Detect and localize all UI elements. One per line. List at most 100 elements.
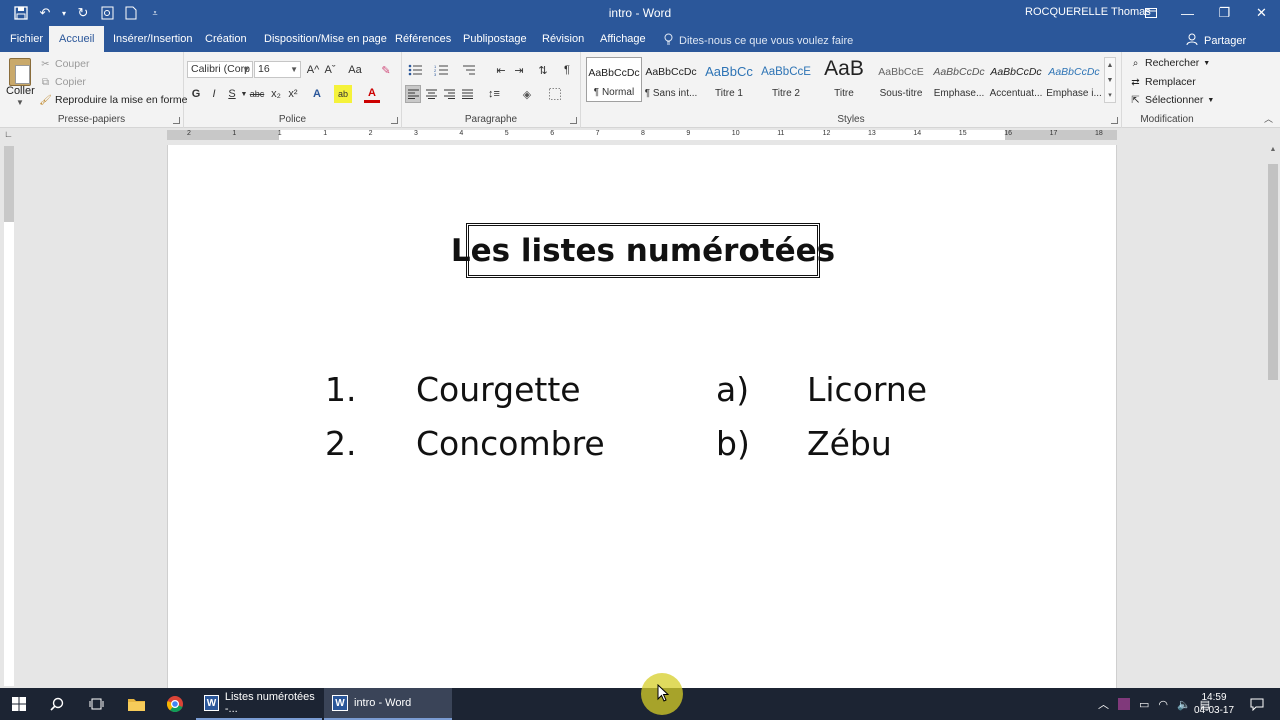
grow-font-button[interactable]: A^ xyxy=(305,61,321,79)
tab-revision[interactable]: Révision xyxy=(532,26,594,52)
shading-icon[interactable]: ◈ xyxy=(516,85,538,103)
paste-dropdown-icon[interactable]: ▼ xyxy=(16,98,24,107)
lettered-marker[interactable]: b) xyxy=(716,424,750,463)
paste-button[interactable]: Coller xyxy=(6,85,35,97)
tab-inserer[interactable]: Insérer/Insertion xyxy=(103,26,202,52)
style-title[interactable]: AaB Titre xyxy=(816,57,872,102)
shrink-font-button[interactable]: Aˇ xyxy=(322,61,338,79)
onenote-icon[interactable] xyxy=(1118,698,1130,710)
decrease-indent-icon[interactable]: ⇤ xyxy=(492,61,510,79)
numbered-marker[interactable]: 1. xyxy=(325,370,357,409)
task-view-icon[interactable] xyxy=(81,688,111,720)
increase-indent-icon[interactable]: ⇥ xyxy=(510,61,528,79)
tab-fichier[interactable]: Fichier xyxy=(0,26,53,52)
borders-icon[interactable] xyxy=(544,85,566,103)
style-heading-1[interactable]: AaBbCc Titre 1 xyxy=(701,57,757,102)
tab-selector-icon[interactable]: ∟ xyxy=(4,129,16,141)
align-left-icon[interactable] xyxy=(405,85,421,103)
select-button[interactable]: ⇱ Sélectionner ▼ xyxy=(1130,94,1214,106)
search-icon[interactable] xyxy=(42,688,72,720)
tab-publipostage[interactable]: Publipostage xyxy=(453,26,537,52)
show-hidden-icons-icon[interactable]: ︿ xyxy=(1098,696,1109,712)
style-subtitle[interactable]: AaBbCcE Sous-titre xyxy=(873,57,929,102)
style-subtle-emphasis[interactable]: AaBbCcDc Emphase... xyxy=(931,57,987,102)
taskbar-app-intro[interactable]: W intro - Word xyxy=(324,688,452,720)
numbered-item-text[interactable]: Courgette xyxy=(416,370,581,409)
align-center-icon[interactable] xyxy=(423,85,439,103)
collapse-ribbon-icon[interactable]: ︿ xyxy=(1264,112,1273,125)
chrome-icon[interactable] xyxy=(160,688,190,720)
numbering-icon[interactable]: 123 xyxy=(431,61,453,79)
file-explorer-icon[interactable] xyxy=(121,688,151,720)
italic-button[interactable]: I xyxy=(206,85,222,103)
battery-icon[interactable]: ▭ xyxy=(1139,698,1149,711)
volume-icon[interactable]: 🔈 xyxy=(1177,698,1191,711)
superscript-button[interactable]: x² xyxy=(285,85,301,103)
vertical-scrollbar[interactable]: ▲ xyxy=(1266,142,1280,688)
font-size-combo[interactable]: 16 ▼ xyxy=(254,61,301,78)
start-windows-icon[interactable] xyxy=(4,688,34,720)
notifications-icon[interactable] xyxy=(1244,688,1270,720)
system-clock[interactable]: 14:59 04-03-17 xyxy=(1194,691,1234,717)
share-button[interactable]: Partager xyxy=(1186,33,1246,48)
clear-formatting-icon[interactable]: ✎ xyxy=(378,61,394,79)
font-name-combo[interactable]: Calibri (Corp ▼ xyxy=(187,61,253,78)
taskbar-app-listes[interactable]: W Listes numérotées -... xyxy=(196,688,322,720)
find-button[interactable]: ⌕ Rechercher ▼ xyxy=(1130,57,1211,69)
styles-gallery-scroll[interactable]: ▲ ▼ ▾ xyxy=(1104,57,1116,103)
strikethrough-button[interactable]: abc xyxy=(248,85,266,103)
bullets-icon[interactable] xyxy=(405,61,427,79)
line-spacing-icon[interactable]: ↕≡ xyxy=(484,85,504,103)
clipboard-launcher-icon[interactable] xyxy=(173,117,180,124)
lettered-item-text[interactable]: Licorne xyxy=(807,370,927,409)
style-emphasis[interactable]: AaBbCcDc Accentuat... xyxy=(988,57,1044,102)
font-color-button[interactable]: A xyxy=(364,85,380,103)
tab-accueil[interactable]: Accueil xyxy=(49,26,105,52)
document-title[interactable]: Les listes numérotées xyxy=(451,223,835,278)
paragraph-launcher-icon[interactable] xyxy=(570,117,577,124)
ruler-left-margin xyxy=(167,130,279,140)
show-marks-button[interactable]: ¶ xyxy=(559,61,575,79)
lettered-item-text[interactable]: Zébu xyxy=(807,424,892,463)
underline-dropdown-icon[interactable]: ▼ xyxy=(240,85,248,103)
copy-button[interactable]: ⧉ Copier xyxy=(40,76,86,88)
scroll-up-icon[interactable]: ▲ xyxy=(1266,146,1280,153)
subscript-button[interactable]: x₂ xyxy=(268,85,284,103)
bold-button[interactable]: G xyxy=(188,85,204,103)
network-icon[interactable]: ◠ xyxy=(1158,698,1168,711)
cut-button[interactable]: ✂ Couper xyxy=(40,58,89,70)
font-launcher-icon[interactable] xyxy=(391,117,398,124)
highlight-button[interactable]: ab xyxy=(334,85,352,103)
numbered-marker[interactable]: 2. xyxy=(325,424,357,463)
underline-button[interactable]: S xyxy=(224,85,240,103)
styles-launcher-icon[interactable] xyxy=(1111,117,1118,124)
replace-button[interactable]: ⇄ Remplacer xyxy=(1130,76,1195,88)
sort-icon[interactable]: ⇅ xyxy=(535,61,551,79)
justify-icon[interactable] xyxy=(459,85,475,103)
multilevel-list-icon[interactable] xyxy=(458,61,480,79)
lettered-marker[interactable]: a) xyxy=(716,370,749,409)
scrollbar-thumb[interactable] xyxy=(1268,164,1278,380)
style-intense-emphasis[interactable]: AaBbCcDc Emphase i... xyxy=(1046,57,1102,102)
tell-me-box[interactable]: Dites-nous ce que vous voulez faire xyxy=(664,33,853,48)
style-heading-2[interactable]: AaBbCcE Titre 2 xyxy=(758,57,814,102)
tab-disposition[interactable]: Disposition/Mise en page xyxy=(254,26,397,52)
close-icon[interactable]: ✕ xyxy=(1243,0,1280,26)
change-case-button[interactable]: Aa xyxy=(344,61,366,79)
tab-creation[interactable]: Création xyxy=(195,26,257,52)
horizontal-ruler[interactable]: 2 1 1 1 2 3 4 5 6 7 8 9 10 11 12 13 14 15 16 17 18 xyxy=(167,130,1117,140)
style-no-spacing[interactable]: AaBbCcDc ¶ Sans int... xyxy=(643,57,699,102)
tab-references[interactable]: Références xyxy=(385,26,461,52)
format-painter-button[interactable]: 🖌 Reproduire la mise en forme xyxy=(39,94,187,106)
find-label: Rechercher xyxy=(1145,57,1200,69)
vertical-ruler[interactable] xyxy=(4,146,14,686)
text-effects-button[interactable]: A xyxy=(309,85,325,103)
numbered-item-text[interactable]: Concombre xyxy=(416,424,605,463)
paste-icon[interactable] xyxy=(9,58,31,86)
style-normal[interactable]: AaBbCcDc ¶ Normal xyxy=(586,57,642,102)
restore-icon[interactable]: ❐ xyxy=(1206,0,1243,26)
minimize-icon[interactable]: — xyxy=(1169,0,1206,26)
tab-affichage[interactable]: Affichage xyxy=(590,26,656,52)
ribbon-display-options-icon[interactable] xyxy=(1132,0,1169,26)
align-right-icon[interactable] xyxy=(441,85,457,103)
